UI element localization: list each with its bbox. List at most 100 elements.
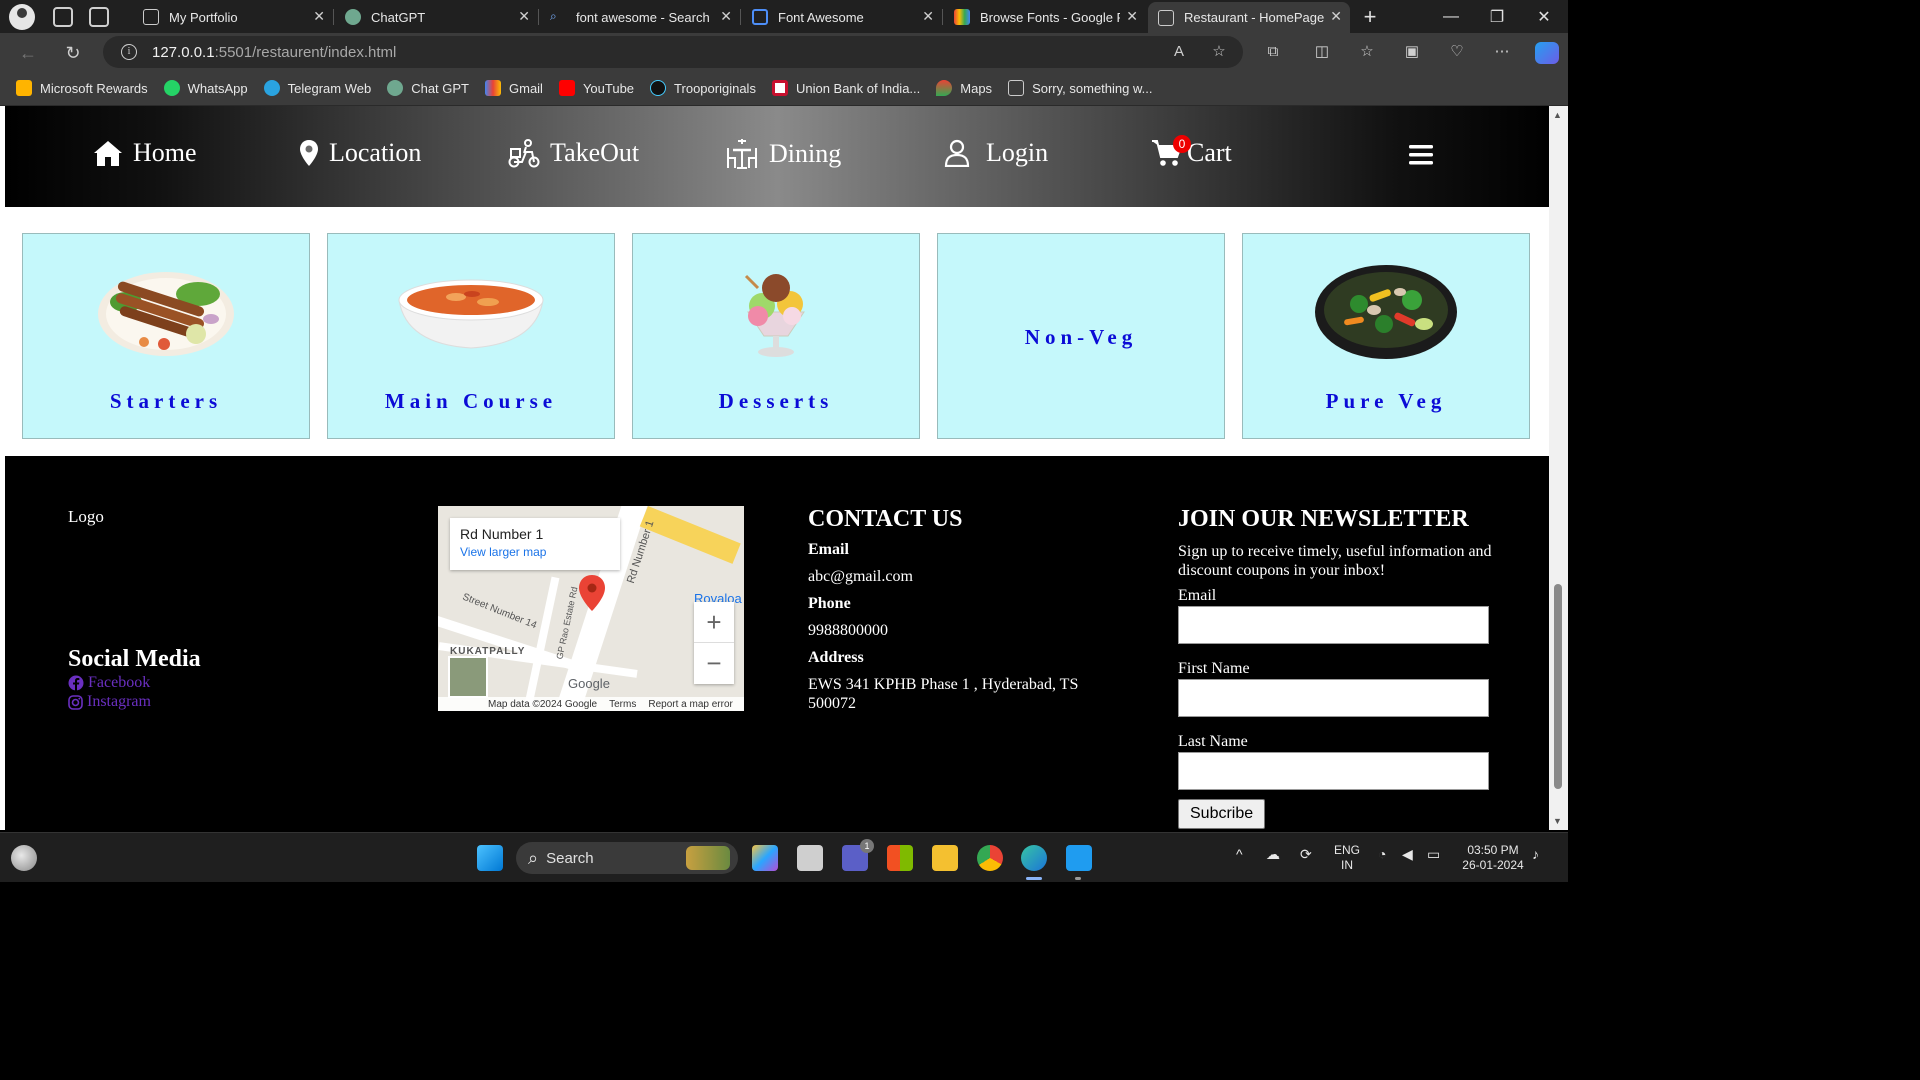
start-windows-icon[interactable]	[477, 845, 503, 871]
read-aloud-icon[interactable]: A	[1169, 42, 1189, 62]
view-larger-map-link[interactable]: View larger map	[460, 545, 610, 559]
tab-google-fonts[interactable]: Browse Fonts - Google Fo ✕	[944, 2, 1146, 32]
category-card-pure-veg[interactable]: Pure Veg	[1242, 233, 1530, 439]
close-tab-icon[interactable]: ✕	[313, 8, 325, 25]
bookmark-gmail[interactable]: Gmail	[485, 80, 543, 96]
close-tab-icon[interactable]: ✕	[1126, 8, 1138, 25]
site-info-icon[interactable]: i	[121, 44, 137, 60]
nav-cart[interactable]: 0 Cart	[1151, 135, 1232, 168]
category-card-non-veg[interactable]: Non-Veg	[937, 233, 1225, 439]
notifications-bell-icon[interactable]: ♪	[1532, 847, 1539, 862]
more-menu-icon[interactable]: ⋯	[1492, 42, 1512, 62]
site-footer: Logo Social Media Facebook Instagram Str…	[5, 456, 1549, 830]
footer-logo: Logo	[68, 507, 104, 526]
subscribe-button[interactable]: Subcribe	[1178, 799, 1266, 829]
taskbar-search-box[interactable]: ⌕ Search	[516, 842, 738, 874]
bookmark-microsoft-rewards[interactable]: Microsoft Rewards	[16, 80, 148, 96]
facebook-link[interactable]: Facebook	[68, 674, 150, 692]
scroll-down-arrow-icon[interactable]: ▼	[1553, 816, 1562, 826]
weather-icon[interactable]	[11, 845, 37, 871]
bookmark-maps[interactable]: Maps	[936, 80, 992, 96]
favorite-star-icon[interactable]: ☆	[1209, 42, 1229, 62]
tab-font-awesome[interactable]: Font Awesome ✕	[742, 2, 943, 32]
onedrive-icon[interactable]: ☁	[1266, 847, 1280, 862]
zoom-in-button[interactable]: +	[694, 602, 734, 643]
nav-home[interactable]: Home	[93, 138, 197, 168]
file-explorer-icon[interactable]	[932, 845, 958, 871]
satellite-toggle[interactable]	[448, 656, 488, 698]
refresh-icon[interactable]: ↻	[59, 39, 87, 67]
close-tab-icon[interactable]: ✕	[1330, 8, 1342, 25]
close-tab-icon[interactable]: ✕	[922, 8, 934, 25]
category-card-starters[interactable]: Starters	[22, 233, 310, 439]
split-screen-icon[interactable]: ◫	[1312, 42, 1332, 62]
nav-login[interactable]: Login	[944, 138, 1048, 168]
chatgpt-icon	[345, 9, 361, 25]
chrome-icon[interactable]	[977, 845, 1003, 871]
tab-restaurant-homepage[interactable]: Restaurant - HomePage ✕	[1148, 2, 1350, 33]
hamburger-menu-button[interactable]	[1409, 144, 1443, 166]
newsletter-first-name-input[interactable]	[1178, 679, 1489, 717]
nav-location[interactable]: Location	[299, 138, 421, 168]
address-bar[interactable]: i 127.0.0.1:5501/restaurent/index.html A…	[103, 36, 1243, 68]
browser-toolbar: ← ↻ i 127.0.0.1:5501/restaurent/index.ht…	[0, 33, 1568, 71]
close-tab-icon[interactable]: ✕	[720, 8, 732, 25]
bookmark-union-bank[interactable]: Union Bank of India...	[771, 80, 920, 96]
close-tab-icon[interactable]: ✕	[518, 8, 530, 25]
minimize-button[interactable]: —	[1428, 0, 1474, 33]
bookmark-youtube[interactable]: YouTube	[558, 80, 634, 96]
extensions-icon[interactable]: ⧉	[1263, 42, 1283, 62]
show-hidden-icons[interactable]: ^	[1236, 847, 1243, 862]
tab-actions-icon[interactable]	[89, 6, 109, 27]
bookmark-whatsapp[interactable]: WhatsApp	[163, 80, 248, 96]
edge-icon[interactable]	[1021, 845, 1047, 871]
vscode-icon[interactable]	[1066, 845, 1092, 871]
embedded-google-map[interactable]: Street Number 14 KUKATPALLY Rd Number 1 …	[438, 506, 744, 711]
bookmark-chatgpt[interactable]: Chat GPT	[387, 80, 469, 96]
tab-font-awesome-search[interactable]: ⌕ font awesome - Search ✕	[540, 2, 741, 32]
copilot-icon[interactable]	[752, 845, 778, 871]
nav-login-label: Login	[986, 138, 1049, 167]
map-terms-link[interactable]: Terms	[609, 699, 636, 710]
zoom-out-button[interactable]: −	[694, 643, 734, 684]
clock[interactable]: 03:50 PM 26-01-2024	[1458, 843, 1528, 873]
bookmark-telegram[interactable]: Telegram Web	[263, 80, 371, 96]
copilot-icon[interactable]	[1535, 42, 1559, 64]
tab-chatgpt[interactable]: ChatGPT ✕	[335, 2, 539, 32]
wifi-icon[interactable]: ◔	[1378, 847, 1386, 862]
profile-avatar-icon[interactable]	[9, 3, 35, 30]
page-scrollbar[interactable]: ▲ ▼	[1549, 106, 1568, 830]
category-card-main-course[interactable]: Main Course	[327, 233, 615, 439]
microsoft-store-icon[interactable]	[887, 845, 913, 871]
nav-dining[interactable]: Dining	[725, 138, 841, 170]
bookmark-trooporiginals[interactable]: Trooporiginals	[650, 80, 756, 96]
browser-essentials-icon[interactable]: ♡	[1447, 42, 1467, 62]
nav-takeout[interactable]: TakeOut	[508, 138, 639, 168]
tab-my-portfolio[interactable]: My Portfolio ✕	[133, 2, 334, 32]
contact-address-value: EWS 341 KPHB Phase 1 , Hyderabad, TS 500…	[808, 676, 1079, 712]
map-report-link[interactable]: Report a map error	[648, 699, 732, 710]
menu-categories: Starters Main Course Desserts Non-Veg Pu…	[5, 207, 1549, 456]
volume-icon[interactable]: ◀	[1402, 847, 1413, 862]
windows-taskbar: ⌕ Search 1 ^ ☁ ⟳ ENG IN ◔ ◀ ▭ 03:50 PM 2…	[0, 832, 1568, 882]
favorites-icon[interactable]: ☆	[1357, 42, 1377, 62]
scroll-up-arrow-icon[interactable]: ▲	[1553, 110, 1562, 120]
workspaces-icon[interactable]	[53, 6, 73, 27]
battery-icon[interactable]: ▭	[1427, 847, 1440, 862]
newsletter-email-input[interactable]	[1178, 606, 1489, 644]
task-view-icon[interactable]	[797, 845, 823, 871]
restore-button[interactable]: ❐	[1474, 0, 1520, 33]
scrollbar-thumb[interactable]	[1554, 584, 1562, 789]
teams-icon[interactable]: 1	[842, 839, 874, 871]
back-arrow-icon[interactable]: ←	[14, 39, 42, 67]
new-tab-button[interactable]: +	[1347, 0, 1393, 33]
newsletter-last-name-input[interactable]	[1178, 752, 1489, 790]
bookmark-sorry[interactable]: Sorry, something w...	[1008, 80, 1152, 96]
close-window-button[interactable]: ✕	[1521, 0, 1567, 33]
instagram-link[interactable]: Instagram	[68, 693, 151, 711]
sync-icon[interactable]: ⟳	[1300, 847, 1312, 862]
contact-phone-label: Phone	[808, 595, 851, 612]
collections-icon[interactable]: ▣	[1402, 42, 1422, 62]
language-indicator[interactable]: ENG IN	[1334, 843, 1360, 873]
category-card-desserts[interactable]: Desserts	[632, 233, 920, 439]
